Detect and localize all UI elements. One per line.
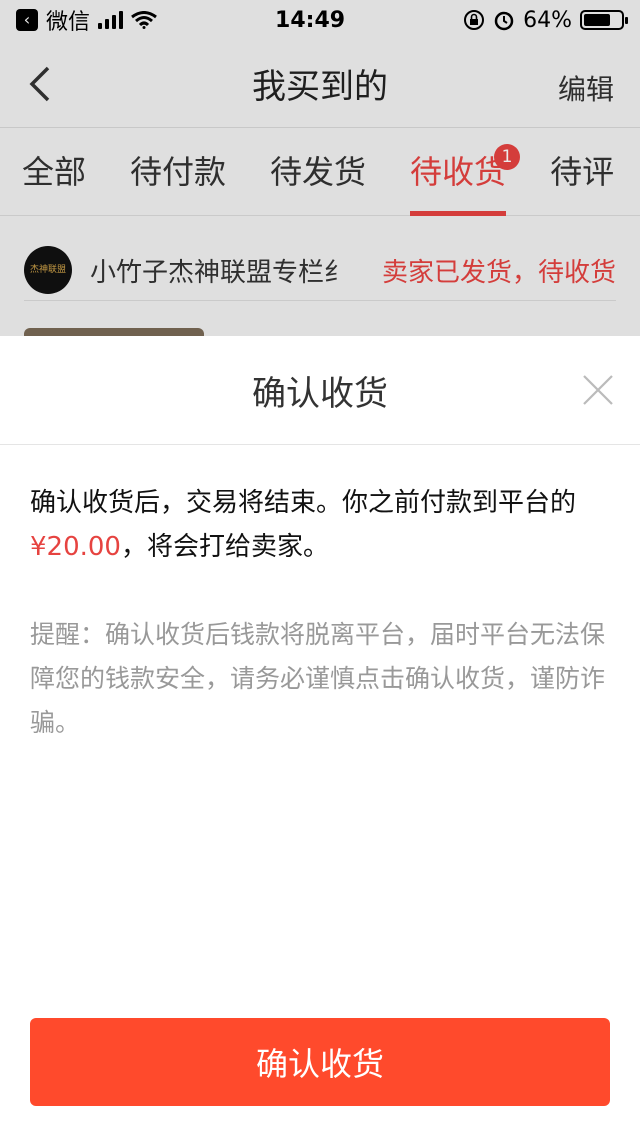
overlay-dim[interactable] bbox=[0, 0, 640, 336]
close-icon[interactable] bbox=[578, 370, 618, 410]
reminder-text: 提醒：确认收货后钱款将脱离平台，届时平台无法保障您的钱款安全，请务必谨慎点击确认… bbox=[30, 620, 606, 737]
price: ¥20.00 bbox=[30, 532, 121, 562]
sheet-title: 确认收货 bbox=[252, 373, 388, 414]
sheet-header: 确认收货 bbox=[0, 336, 640, 445]
confirm-receipt-button[interactable]: 确认收货 bbox=[30, 1018, 610, 1106]
confirm-receipt-sheet: 确认收货 确认收货后，交易将结束。你之前付款到平台的¥20.00，将会打给卖家。… bbox=[0, 336, 640, 1136]
confirm-message: 确认收货后，交易将结束。你之前付款到平台的¥20.00，将会打给卖家。 bbox=[30, 488, 577, 562]
